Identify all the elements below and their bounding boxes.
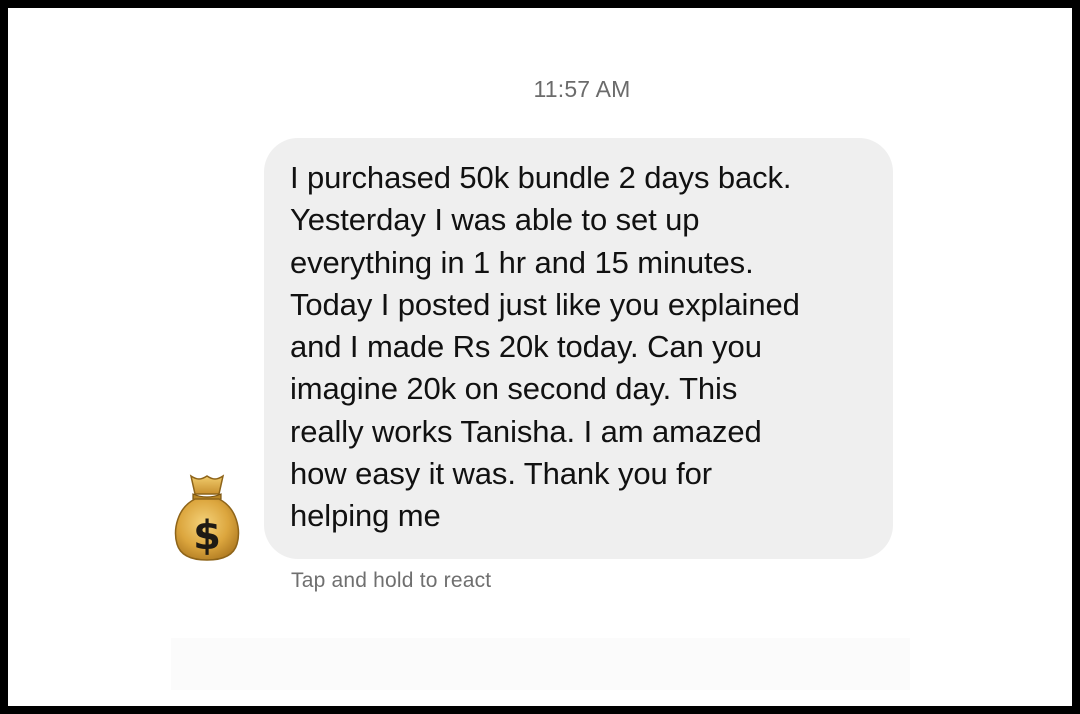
message-line: and I made Rs 20k today. Can you [290, 329, 762, 365]
money-bag-graphic: $ [174, 474, 240, 561]
money-bag-icon[interactable]: $ [171, 472, 243, 562]
message-line: really works Tanisha. I am amazed [290, 413, 762, 449]
message-line: Yesterday I was able to set up [290, 202, 700, 238]
message-line: Today I posted just like you explained [290, 286, 800, 322]
message-line: helping me [290, 498, 441, 534]
message-timestamp: 11:57 AM [533, 76, 631, 102]
message-composer-area[interactable] [171, 638, 910, 690]
react-hint: Tap and hold to react [291, 569, 492, 592]
message-line: I purchased 50k bundle 2 days back. [290, 160, 792, 195]
svg-text:$: $ [193, 513, 221, 559]
message-bubble[interactable]: I purchased 50k bundle 2 days back. Yest… [264, 138, 893, 559]
message-line: how easy it was. Thank you for [290, 456, 713, 492]
message-line: everything in 1 hr and 15 minutes. [290, 244, 754, 280]
message-line: imagine 20k on second day. This [290, 371, 738, 407]
